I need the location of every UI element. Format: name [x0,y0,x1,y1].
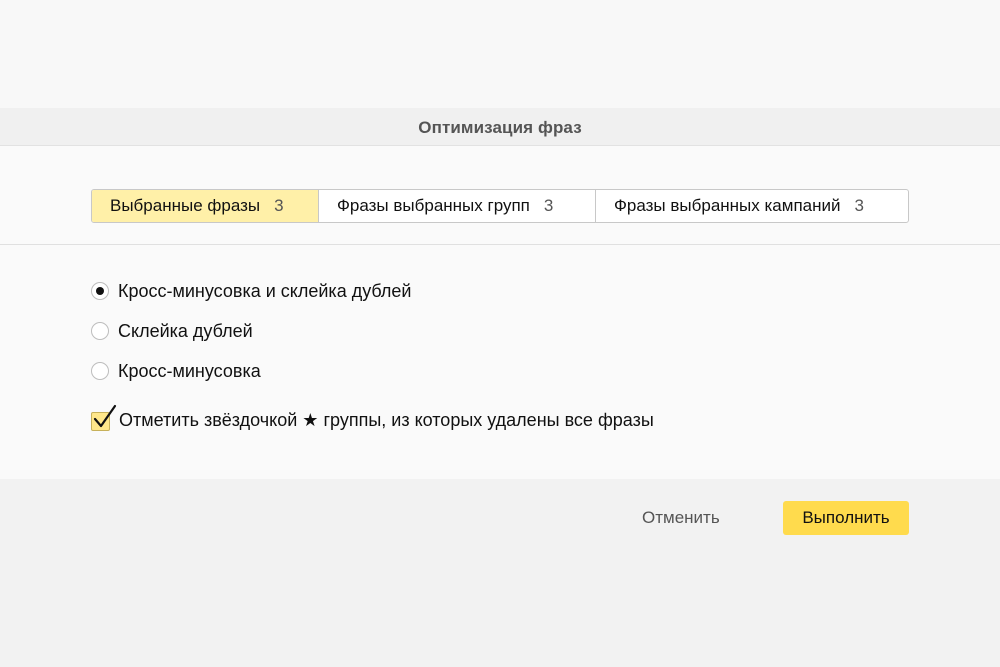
tab-selected-campaigns-phrases[interactable]: Фразы выбранных кампаний 3 [596,190,908,222]
tab-count: 3 [854,196,864,215]
dialog-footer: Отменить Выполнить [0,479,1000,667]
tab-selected-groups-phrases[interactable]: Фразы выбранных групп 3 [319,190,596,222]
scope-tabs: Выбранные фразы 3 Фразы выбранных групп … [91,189,909,223]
dialog-body: Выбранные фразы 3 Фразы выбранных групп … [0,146,1000,479]
star-icon: ★ [302,409,319,430]
dialog-title: Оптимизация фраз [418,117,582,137]
page-backdrop [0,0,1000,108]
option-label: Склейка дублей [118,320,253,341]
checkbox-label: Отметить звёздочкой ★ группы, из которых… [119,410,654,431]
radio-button[interactable] [91,362,109,380]
tab-label: Выбранные фразы [110,196,261,215]
checkbox-checked[interactable] [91,404,117,431]
tab-selected-phrases[interactable]: Выбранные фразы 3 [92,190,319,222]
option-merge-duplicates[interactable]: Склейка дублей [91,311,654,351]
checkbox-label-end: группы, из которых удалены все фразы [323,409,654,430]
optimization-options: Кросс-минусовка и склейка дублей Склейка… [91,271,654,435]
submit-button[interactable]: Выполнить [783,501,909,535]
tab-label: Фразы выбранных кампаний [614,196,841,215]
tab-count: 3 [543,196,554,215]
option-label: Кросс-минусовка и склейка дублей [118,280,412,301]
dialog-header: Оптимизация фраз [0,108,1000,146]
radio-button[interactable] [91,322,109,340]
cancel-button[interactable]: Отменить [626,501,736,535]
option-label: Кросс-минусовка [118,360,261,381]
checkbox-label-start: Отметить звёздочкой [119,409,298,430]
mark-groups-with-star-option[interactable]: Отметить звёздочкой ★ группы, из которых… [91,404,654,435]
tab-label: Фразы выбранных групп [337,196,530,215]
tab-count: 3 [274,196,284,215]
tabs-section: Выбранные фразы 3 Фразы выбранных групп … [0,146,1000,245]
option-cross-minus[interactable]: Кросс-минусовка [91,351,654,391]
option-cross-minus-and-merge[interactable]: Кросс-минусовка и склейка дублей [91,271,654,311]
checkmark-icon [93,404,117,427]
radio-button-checked[interactable] [91,282,109,300]
